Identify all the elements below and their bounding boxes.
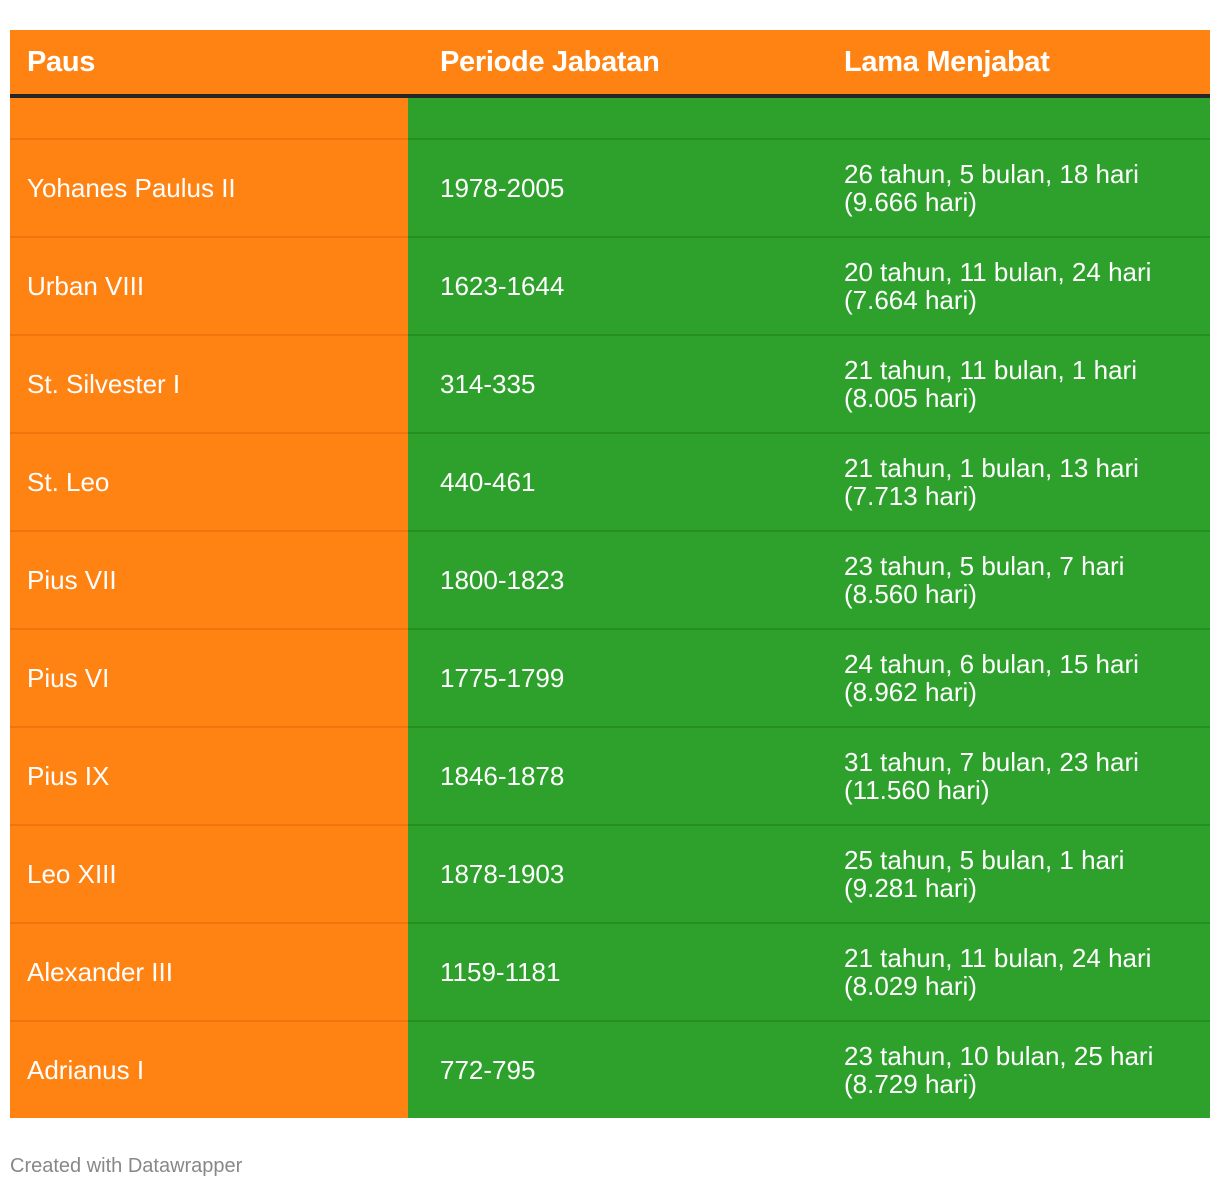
pope-name-cell: St. Leo [10, 432, 408, 531]
pope-name-cell: St. Silvester I [10, 334, 408, 433]
table-row: St. Silvester I 314-335 21 tahun, 11 bulan… [10, 334, 1210, 433]
table-spacer-row [10, 96, 1210, 139]
reign-duration-cell: 21 tahun, 11 bulan, 1 hari (8.005 hari) [810, 334, 1210, 433]
column-header-periode-jabatan[interactable]: Periode Jabatan [408, 30, 810, 98]
duration-days-text: (8.029 hari) [844, 971, 977, 1001]
spacer-cell [10, 96, 408, 139]
reign-period-cell: 440-461 [408, 432, 810, 531]
table-row: Urban VIII 1623-1644 20 tahun, 11 bulan, 2… [10, 236, 1210, 335]
table-row: Pius IX 1846-1878 31 tahun, 7 bulan, 23 ha… [10, 726, 1210, 825]
pope-name-cell: Pius VI [10, 628, 408, 727]
table-row: Pius VI 1775-1799 24 tahun, 6 bulan, 15 ha… [10, 628, 1210, 727]
duration-days-text: (7.664 hari) [844, 285, 977, 315]
reign-period-cell: 1775-1799 [408, 628, 810, 727]
duration-days-text: (9.666 hari) [844, 187, 977, 217]
reign-period-cell: 1978-2005 [408, 138, 810, 237]
table-header: Paus Periode Jabatan Lama Menjabat [10, 30, 1210, 98]
duration-text: 23 tahun, 10 bulan, 25 hari [844, 1041, 1154, 1071]
reign-duration-cell: 25 tahun, 5 bulan, 1 hari (9.281 hari) [810, 824, 1210, 923]
reign-period-cell: 1623-1644 [408, 236, 810, 335]
reign-duration-cell: 21 tahun, 1 bulan, 13 hari (7.713 hari) [810, 432, 1210, 531]
reign-duration-cell: 23 tahun, 10 bulan, 25 hari (8.729 hari) [810, 1020, 1210, 1118]
table-row: Adrianus I 772-795 23 tahun, 10 bulan, 25 … [10, 1020, 1210, 1118]
duration-text: 26 tahun, 5 bulan, 18 hari [844, 159, 1139, 189]
table-header-row: Paus Periode Jabatan Lama Menjabat [10, 30, 1210, 98]
reign-period-cell: 1800-1823 [408, 530, 810, 629]
duration-days-text: (9.281 hari) [844, 873, 977, 903]
reign-period-cell: 314-335 [408, 334, 810, 433]
duration-days-text: (11.560 hari) [844, 775, 990, 805]
pope-name-cell: Pius IX [10, 726, 408, 825]
reign-period-cell: 1159-1181 [408, 922, 810, 1021]
duration-days-text: (8.005 hari) [844, 383, 977, 413]
pope-name-cell: Adrianus I [10, 1020, 408, 1118]
table-row: Leo XIII 1878-1903 25 tahun, 5 bulan, 1 ha… [10, 824, 1210, 923]
reign-duration-cell: 31 tahun, 7 bulan, 23 hari (11.560 hari) [810, 726, 1210, 825]
spacer-cell [408, 96, 810, 139]
reign-duration-cell: 23 tahun, 5 bulan, 7 hari (8.560 hari) [810, 530, 1210, 629]
reign-duration-cell: 20 tahun, 11 bulan, 24 hari (7.664 hari) [810, 236, 1210, 335]
reign-duration-cell: 26 tahun, 5 bulan, 18 hari (9.666 hari) [810, 138, 1210, 237]
pope-name-cell: Yohanes Paulus II [10, 138, 408, 237]
table-body: Yohanes Paulus II 1978-2005 26 tahun, 5 bu… [10, 96, 1210, 1118]
table-row: Pius VII 1800-1823 23 tahun, 5 bulan, 7 ha… [10, 530, 1210, 629]
duration-days-text: (8.962 hari) [844, 677, 977, 707]
pope-name-cell: Alexander III [10, 922, 408, 1021]
pope-name-cell: Leo XIII [10, 824, 408, 923]
duration-days-text: (7.713 hari) [844, 481, 977, 511]
duration-text: 20 tahun, 11 bulan, 24 hari [844, 257, 1152, 287]
table-row: St. Leo 440-461 21 tahun, 1 bulan, 13 hari… [10, 432, 1210, 531]
column-header-paus[interactable]: Paus [10, 30, 408, 98]
reign-period-cell: 1878-1903 [408, 824, 810, 923]
duration-text: 21 tahun, 11 bulan, 1 hari [844, 355, 1137, 385]
reign-duration-cell: 24 tahun, 6 bulan, 15 hari (8.962 hari) [810, 628, 1210, 727]
spacer-cell [810, 96, 1210, 139]
column-header-lama-menjabat[interactable]: Lama Menjabat [810, 30, 1210, 98]
table-row: Yohanes Paulus II 1978-2005 26 tahun, 5 bu… [10, 138, 1210, 237]
duration-text: 31 tahun, 7 bulan, 23 hari [844, 747, 1139, 777]
duration-text: 23 tahun, 5 bulan, 7 hari [844, 551, 1125, 581]
duration-days-text: (8.729 hari) [844, 1069, 977, 1099]
pope-reign-table-container: Paus Periode Jabatan Lama Menjabat Yohan… [10, 30, 1210, 1118]
duration-days-text: (8.560 hari) [844, 579, 977, 609]
datawrapper-credit[interactable]: Created with Datawrapper [10, 1155, 242, 1178]
pope-reign-table: Paus Periode Jabatan Lama Menjabat Yohan… [10, 30, 1210, 1118]
duration-text: 24 tahun, 6 bulan, 15 hari [844, 649, 1139, 679]
reign-period-cell: 1846-1878 [408, 726, 810, 825]
table-row: Alexander III 1159-1181 21 tahun, 11 bulan… [10, 922, 1210, 1021]
duration-text: 21 tahun, 11 bulan, 24 hari [844, 943, 1152, 973]
duration-text: 25 tahun, 5 bulan, 1 hari [844, 845, 1125, 875]
duration-text: 21 tahun, 1 bulan, 13 hari [844, 453, 1139, 483]
reign-period-cell: 772-795 [408, 1020, 810, 1118]
pope-name-cell: Pius VII [10, 530, 408, 629]
reign-duration-cell: 21 tahun, 11 bulan, 24 hari (8.029 hari) [810, 922, 1210, 1021]
pope-name-cell: Urban VIII [10, 236, 408, 335]
